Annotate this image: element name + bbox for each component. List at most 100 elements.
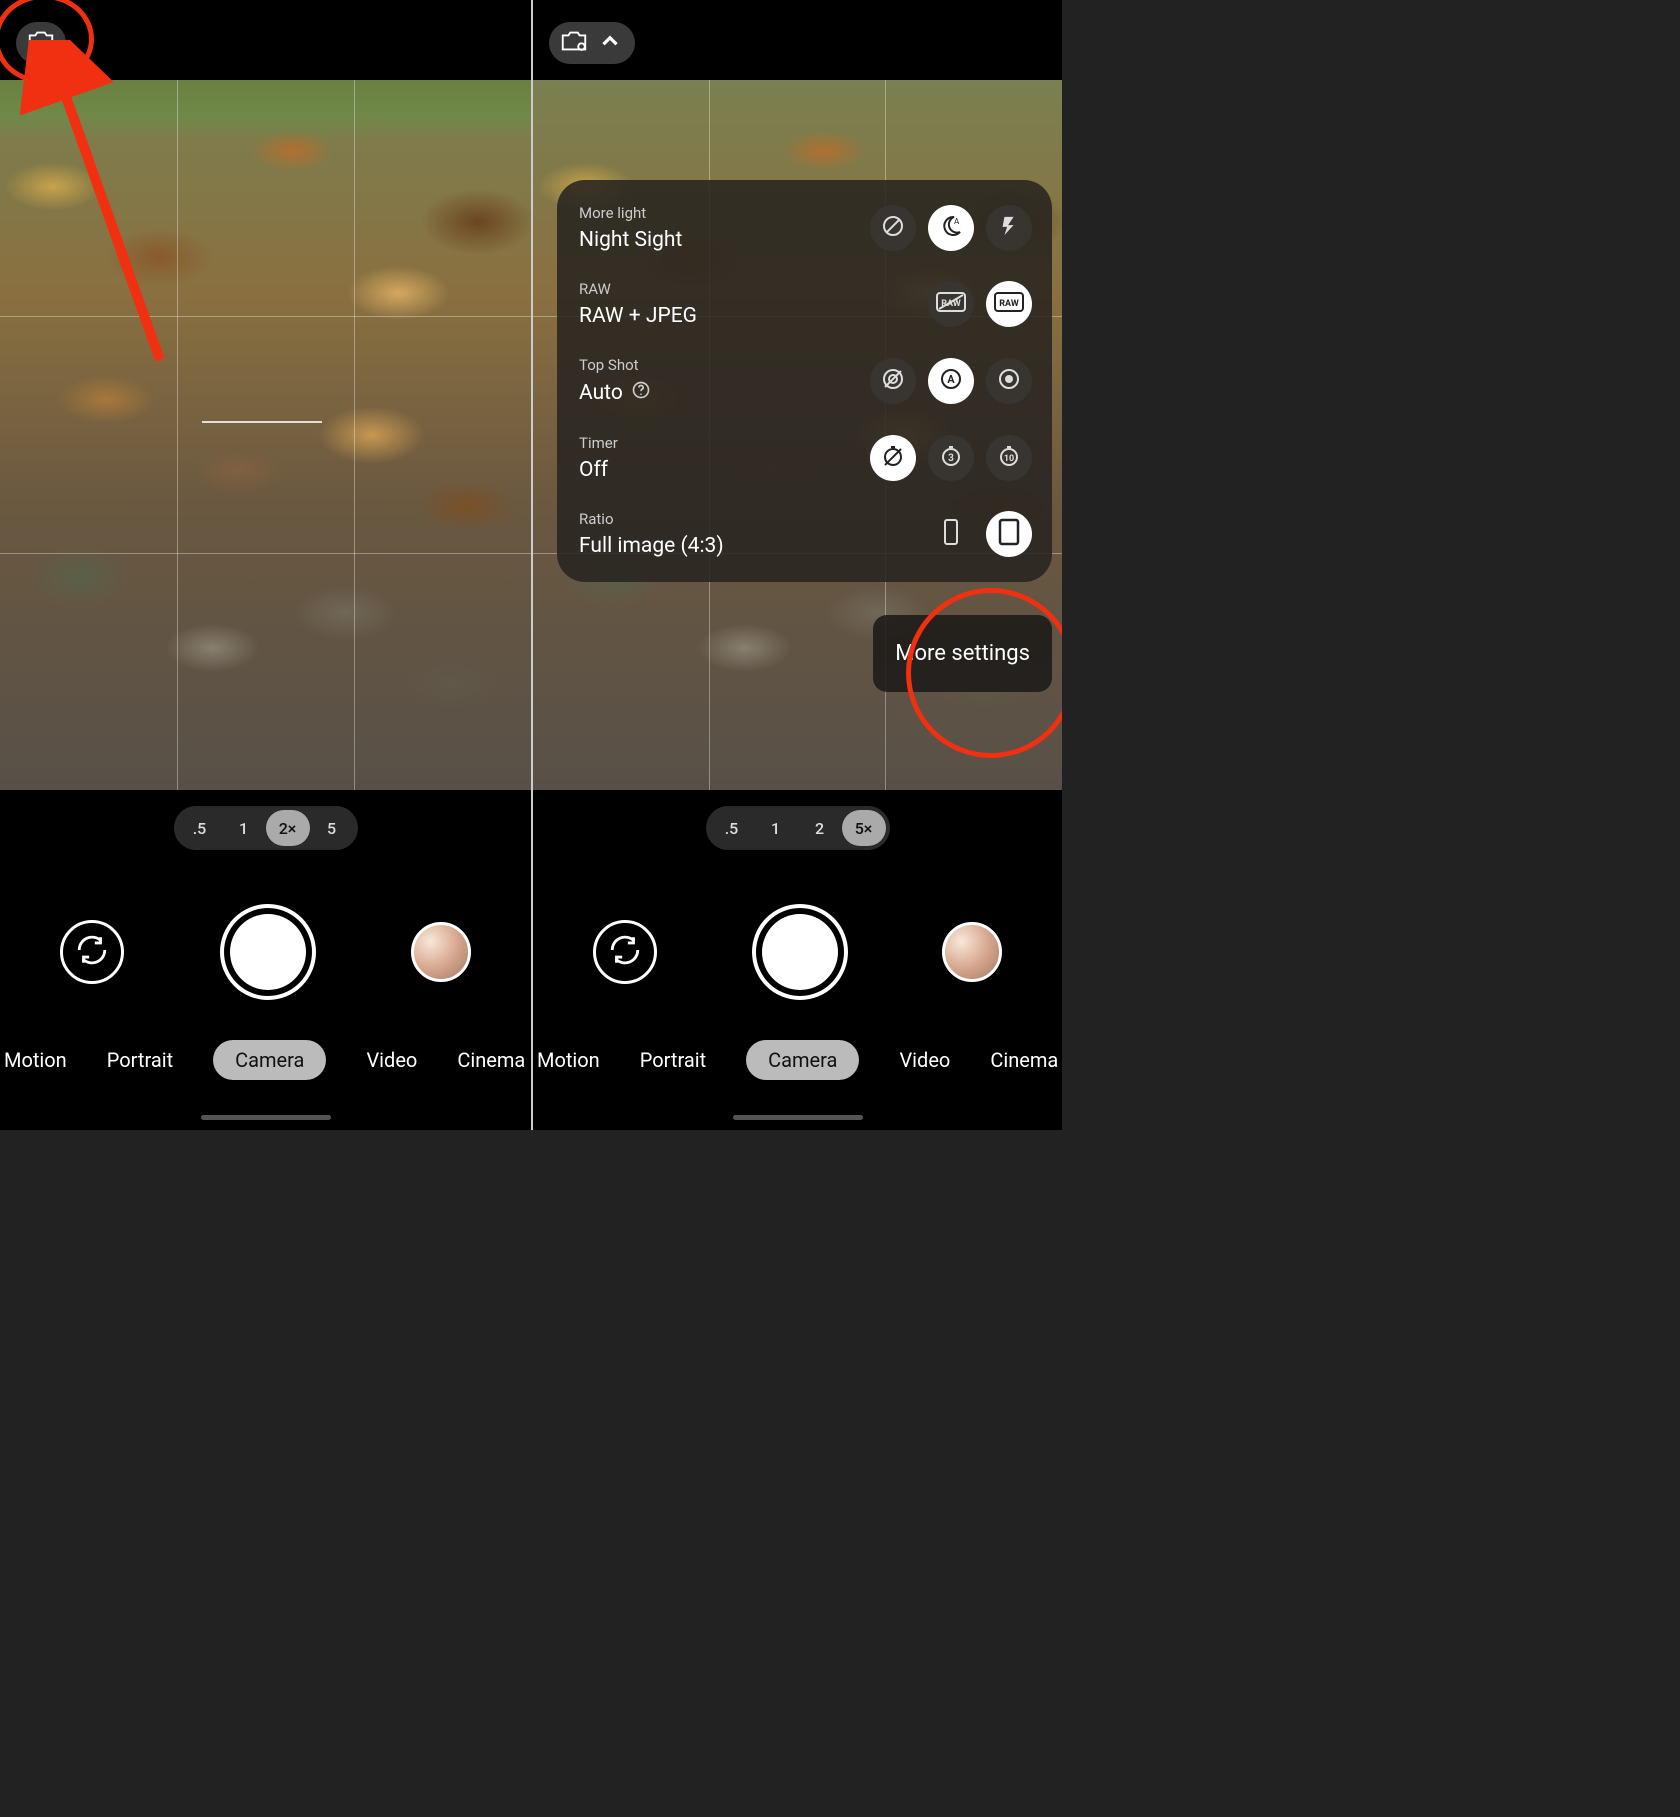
more-settings-button[interactable]: More settings (873, 615, 1052, 692)
motion-on-icon (997, 367, 1021, 395)
zoom-option-selected[interactable]: 5× (842, 810, 886, 846)
screen-right: More light Night Sight A RAW RAW + JPEG … (531, 0, 1062, 1130)
ratio-full-icon (998, 518, 1020, 550)
switch-camera-icon (608, 933, 642, 971)
top-shot-auto[interactable]: A (928, 358, 974, 404)
setting-value: Night Sight (579, 228, 682, 252)
raw-on-icon: RAW (994, 292, 1024, 316)
screen-left: .5 1 2× 5 Motion Portrait Camera Video C… (0, 0, 531, 1130)
top-shot-off[interactable] (870, 358, 916, 404)
shutter-button[interactable] (752, 904, 848, 1000)
svg-text:RAW: RAW (999, 299, 1019, 309)
controls-row (0, 904, 531, 1000)
setting-label: More light (579, 204, 682, 222)
switch-camera-icon (75, 933, 109, 971)
timer-off-icon (881, 444, 905, 472)
mode-row[interactable]: Motion Portrait Camera Video Cinema (0, 1040, 531, 1080)
camera-gear-icon (559, 28, 589, 58)
mode-camera-selected[interactable]: Camera (213, 1040, 326, 1080)
svg-text:10: 10 (1004, 454, 1014, 464)
top-bar (533, 0, 1062, 80)
more-light-flash[interactable] (986, 205, 1032, 251)
mode-cinema[interactable]: Cinema (457, 1048, 525, 1072)
disable-icon (881, 214, 905, 242)
zoom-option[interactable]: .5 (178, 810, 222, 846)
setting-label: RAW (579, 280, 697, 298)
setting-top-shot: Top Shot Auto A (579, 356, 1032, 406)
setting-timer: Timer Off 3 10 (579, 434, 1032, 482)
viewfinder[interactable] (0, 80, 531, 790)
chevron-up-icon (595, 28, 625, 58)
ratio-wide-icon (941, 518, 961, 550)
night-auto-icon: A (939, 214, 963, 242)
setting-value: Auto (579, 381, 623, 405)
more-light-auto[interactable]: A (928, 205, 974, 251)
mode-motion[interactable]: Motion (537, 1048, 600, 1072)
quick-settings-panel: More light Night Sight A RAW RAW + JPEG … (557, 180, 1052, 582)
level-indicator (202, 421, 322, 423)
top-shot-on[interactable] (986, 358, 1032, 404)
motion-off-icon (881, 367, 905, 395)
zoom-option-selected[interactable]: 2× (266, 810, 310, 846)
zoom-selector: .5 1 2× 5 (174, 806, 358, 850)
mode-video[interactable]: Video (366, 1048, 417, 1072)
timer-10-icon: 10 (997, 444, 1021, 472)
zoom-option[interactable]: 5 (310, 810, 354, 846)
setting-more-light: More light Night Sight A (579, 204, 1032, 252)
setting-value: Off (579, 458, 618, 482)
ratio-wide[interactable] (928, 511, 974, 557)
help-icon[interactable] (631, 380, 651, 406)
zoom-option[interactable]: 1 (222, 810, 266, 846)
mode-cinema[interactable]: Cinema (990, 1048, 1058, 1072)
svg-text:3: 3 (948, 453, 954, 464)
setting-label: Ratio (579, 510, 724, 528)
switch-camera-button[interactable] (60, 920, 124, 984)
top-bar (0, 0, 531, 80)
camera-settings-button[interactable] (549, 22, 635, 64)
setting-label: Top Shot (579, 356, 651, 374)
raw-off[interactable]: RAW (928, 281, 974, 327)
ratio-full[interactable] (986, 511, 1032, 557)
setting-ratio: Ratio Full image (4:3) (579, 510, 1032, 558)
zoom-selector: .5 1 2 5× (706, 806, 890, 850)
setting-value: Full image (4:3) (579, 534, 724, 558)
gallery-thumbnail[interactable] (942, 922, 1002, 982)
setting-raw: RAW RAW + JPEG RAW RAW (579, 280, 1032, 328)
mode-portrait[interactable]: Portrait (640, 1048, 706, 1072)
gallery-thumbnail[interactable] (411, 922, 471, 982)
timer-3s[interactable]: 3 (928, 435, 974, 481)
shutter-button[interactable] (220, 904, 316, 1000)
grid-line (0, 553, 531, 554)
grid-line (0, 316, 531, 317)
grid-line (354, 80, 355, 790)
controls-row (533, 904, 1062, 1000)
viewfinder-preview (0, 80, 531, 790)
svg-text:A: A (947, 373, 955, 386)
grid-line (177, 80, 178, 790)
timer-10s[interactable]: 10 (986, 435, 1032, 481)
setting-label: Timer (579, 434, 618, 452)
mode-row[interactable]: Motion Portrait Camera Video Cinema (533, 1040, 1062, 1080)
switch-camera-button[interactable] (593, 920, 657, 984)
svg-text:RAW: RAW (941, 299, 961, 309)
setting-value: RAW + JPEG (579, 304, 697, 328)
motion-auto-icon: A (939, 367, 963, 395)
timer-off[interactable] (870, 435, 916, 481)
mode-portrait[interactable]: Portrait (107, 1048, 173, 1072)
mode-camera-selected[interactable]: Camera (746, 1040, 859, 1080)
mode-motion[interactable]: Motion (4, 1048, 67, 1072)
camera-settings-button[interactable] (16, 22, 66, 64)
svg-text:A: A (954, 217, 960, 226)
flash-icon (998, 215, 1020, 241)
raw-off-icon: RAW (936, 292, 966, 316)
raw-on[interactable]: RAW (986, 281, 1032, 327)
zoom-option[interactable]: 1 (754, 810, 798, 846)
home-indicator[interactable] (733, 1115, 863, 1120)
more-light-off[interactable] (870, 205, 916, 251)
mode-video[interactable]: Video (899, 1048, 950, 1072)
zoom-option[interactable]: 2 (798, 810, 842, 846)
home-indicator[interactable] (201, 1115, 331, 1120)
camera-gear-icon (26, 28, 56, 58)
zoom-option[interactable]: .5 (710, 810, 754, 846)
timer-3-icon: 3 (939, 444, 963, 472)
